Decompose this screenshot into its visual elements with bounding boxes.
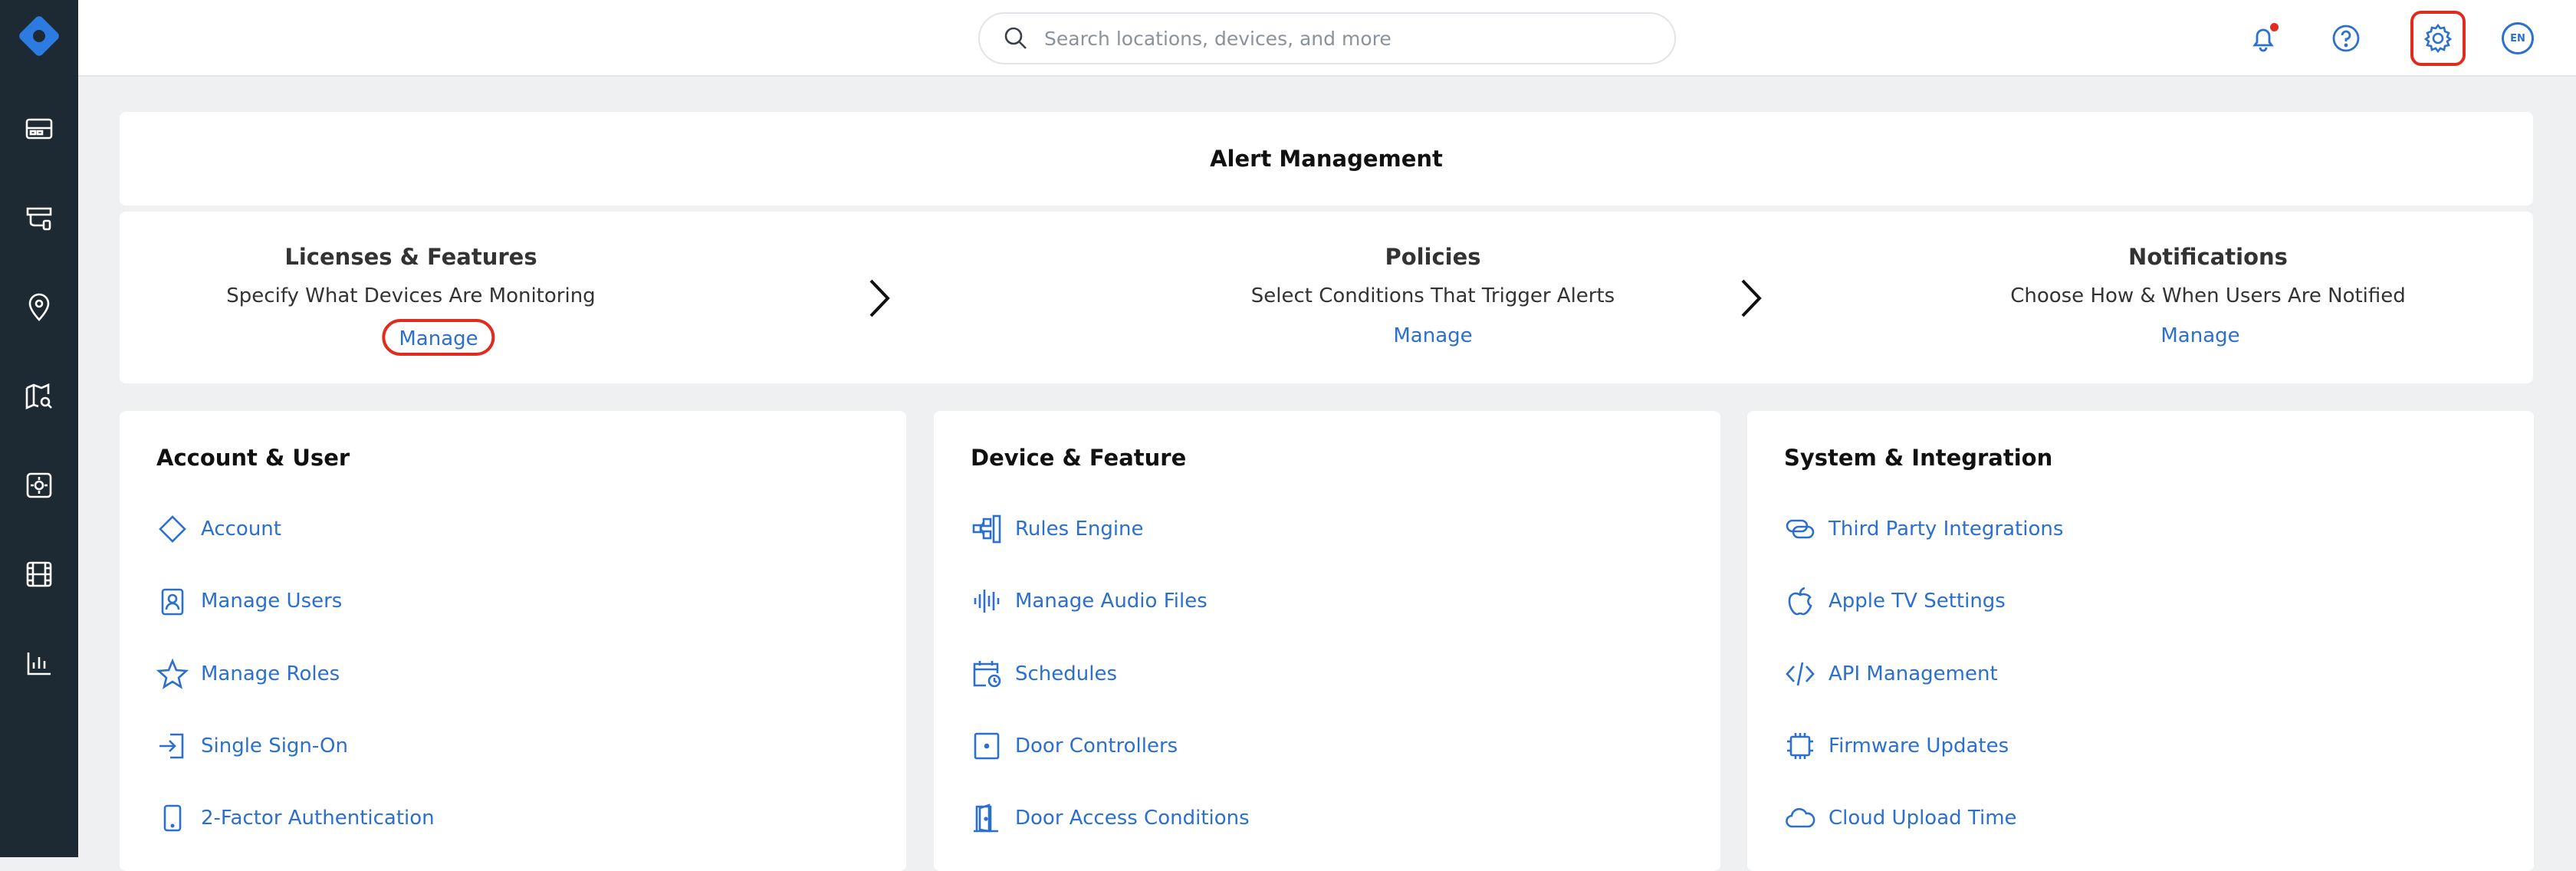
section-system-integration: System & Integration Third Party Integra… (1747, 411, 2534, 871)
sidebar-item-dashboard[interactable] (0, 98, 78, 159)
notifications-manage-link[interactable]: Manage (2145, 319, 2255, 356)
link-api-management[interactable]: API Management (1784, 655, 1998, 693)
door-icon (974, 804, 998, 833)
search-icon (1004, 27, 1027, 49)
top-bar: EN (78, 0, 2576, 77)
section-title: Account & User (156, 445, 350, 471)
rules-icon (972, 514, 1001, 544)
step-title: Licenses & Features (284, 244, 537, 270)
step-licenses: Licenses & Features Specify What Devices… (120, 212, 702, 383)
user-badge-icon (161, 588, 184, 616)
link-door-access[interactable]: Door Access Conditions (971, 799, 1250, 837)
dashboard-icon (25, 118, 53, 140)
link-third-party[interactable]: Third Party Integrations (1784, 510, 2063, 548)
sidebar-item-locations[interactable] (0, 277, 78, 338)
search-bar[interactable] (978, 12, 1676, 64)
section-title: System & Integration (1784, 445, 2053, 471)
link-cloud-upload-time[interactable]: Cloud Upload Time (1784, 799, 2017, 837)
alert-management-steps: Licenses & Features Specify What Devices… (120, 212, 2533, 383)
sidebar-item-devices[interactable] (0, 188, 78, 249)
language-button[interactable]: EN (2493, 14, 2542, 63)
link-manage-users[interactable]: Manage Users (156, 582, 342, 620)
step-policies-content: Policies Select Conditions That Trigger … (886, 212, 1980, 383)
link-single-sign-on[interactable]: Single Sign-On (156, 727, 348, 765)
help-icon (2332, 25, 2360, 52)
logo-icon[interactable] (15, 12, 64, 61)
section-device-feature: Device & Feature Rules Engine Manage Aud… (934, 411, 1720, 871)
link-manage-audio[interactable]: Manage Audio Files (971, 582, 1208, 620)
link-schedules[interactable]: Schedules (971, 655, 1117, 693)
licenses-manage-link[interactable]: Manage (382, 319, 495, 356)
link-2fa[interactable]: 2-Factor Authentication (156, 799, 435, 837)
help-button[interactable] (2321, 14, 2371, 63)
sidebar-item-media[interactable] (0, 544, 78, 605)
map-search-icon (25, 383, 52, 410)
chip-icon (1787, 733, 1813, 759)
sidebar-item-analytics[interactable] (0, 633, 78, 694)
section-title: Device & Feature (971, 445, 1187, 471)
language-badge: EN (2502, 22, 2534, 54)
sidebar-item-alarms[interactable] (0, 455, 78, 516)
code-icon (1786, 662, 1815, 686)
cloud-icon (1786, 807, 1815, 828)
notification-dot (2270, 23, 2279, 31)
phone-icon (163, 804, 182, 832)
search-input[interactable] (1044, 27, 1642, 50)
alert-management-title: Alert Management (120, 112, 2533, 205)
diamond-icon (159, 515, 186, 543)
chevron-right-icon (1741, 279, 1762, 317)
star-icon (156, 658, 189, 689)
link-door-controllers[interactable]: Door Controllers (971, 727, 1178, 765)
step-notifications: Notifications Choose How & When Users Ar… (1883, 212, 2533, 383)
link-manage-roles[interactable]: Manage Roles (156, 655, 340, 693)
sidebar (0, 0, 78, 857)
notifications-button[interactable] (2239, 14, 2288, 63)
step-title: Policies (1385, 244, 1481, 270)
film-icon (26, 561, 52, 587)
sign-in-icon (159, 733, 184, 759)
location-pin-icon (28, 293, 50, 321)
link-apple-tv[interactable]: Apple TV Settings (1784, 582, 2006, 620)
door-controller-icon (974, 732, 1000, 760)
alarm-panel-icon (26, 472, 52, 498)
sidebar-item-map[interactable] (0, 366, 78, 427)
step-description: Select Conditions That Trigger Alerts (1250, 284, 1615, 307)
link-firmware-updates[interactable]: Firmware Updates (1784, 727, 2009, 765)
settings-button[interactable] (2410, 11, 2466, 66)
link-rules-engine[interactable]: Rules Engine (971, 510, 1144, 548)
step-description: Choose How & When Users Are Notified (2010, 284, 2406, 307)
gear-icon (2423, 23, 2453, 54)
calendar-clock-icon (973, 661, 1001, 688)
section-account-user: Account & User Account Manage Users Mana… (120, 411, 906, 871)
apple-icon (1788, 587, 1812, 616)
link-icon (1786, 519, 1815, 539)
audio-wave-icon (974, 590, 1000, 613)
policies-manage-link[interactable]: Manage (1378, 319, 1487, 356)
step-description: Specify What Devices Are Monitoring (226, 284, 596, 307)
step-title: Notifications (2128, 244, 2288, 270)
link-account[interactable]: Account (156, 510, 281, 548)
devices-icon (26, 207, 52, 231)
analytics-icon (27, 652, 51, 675)
